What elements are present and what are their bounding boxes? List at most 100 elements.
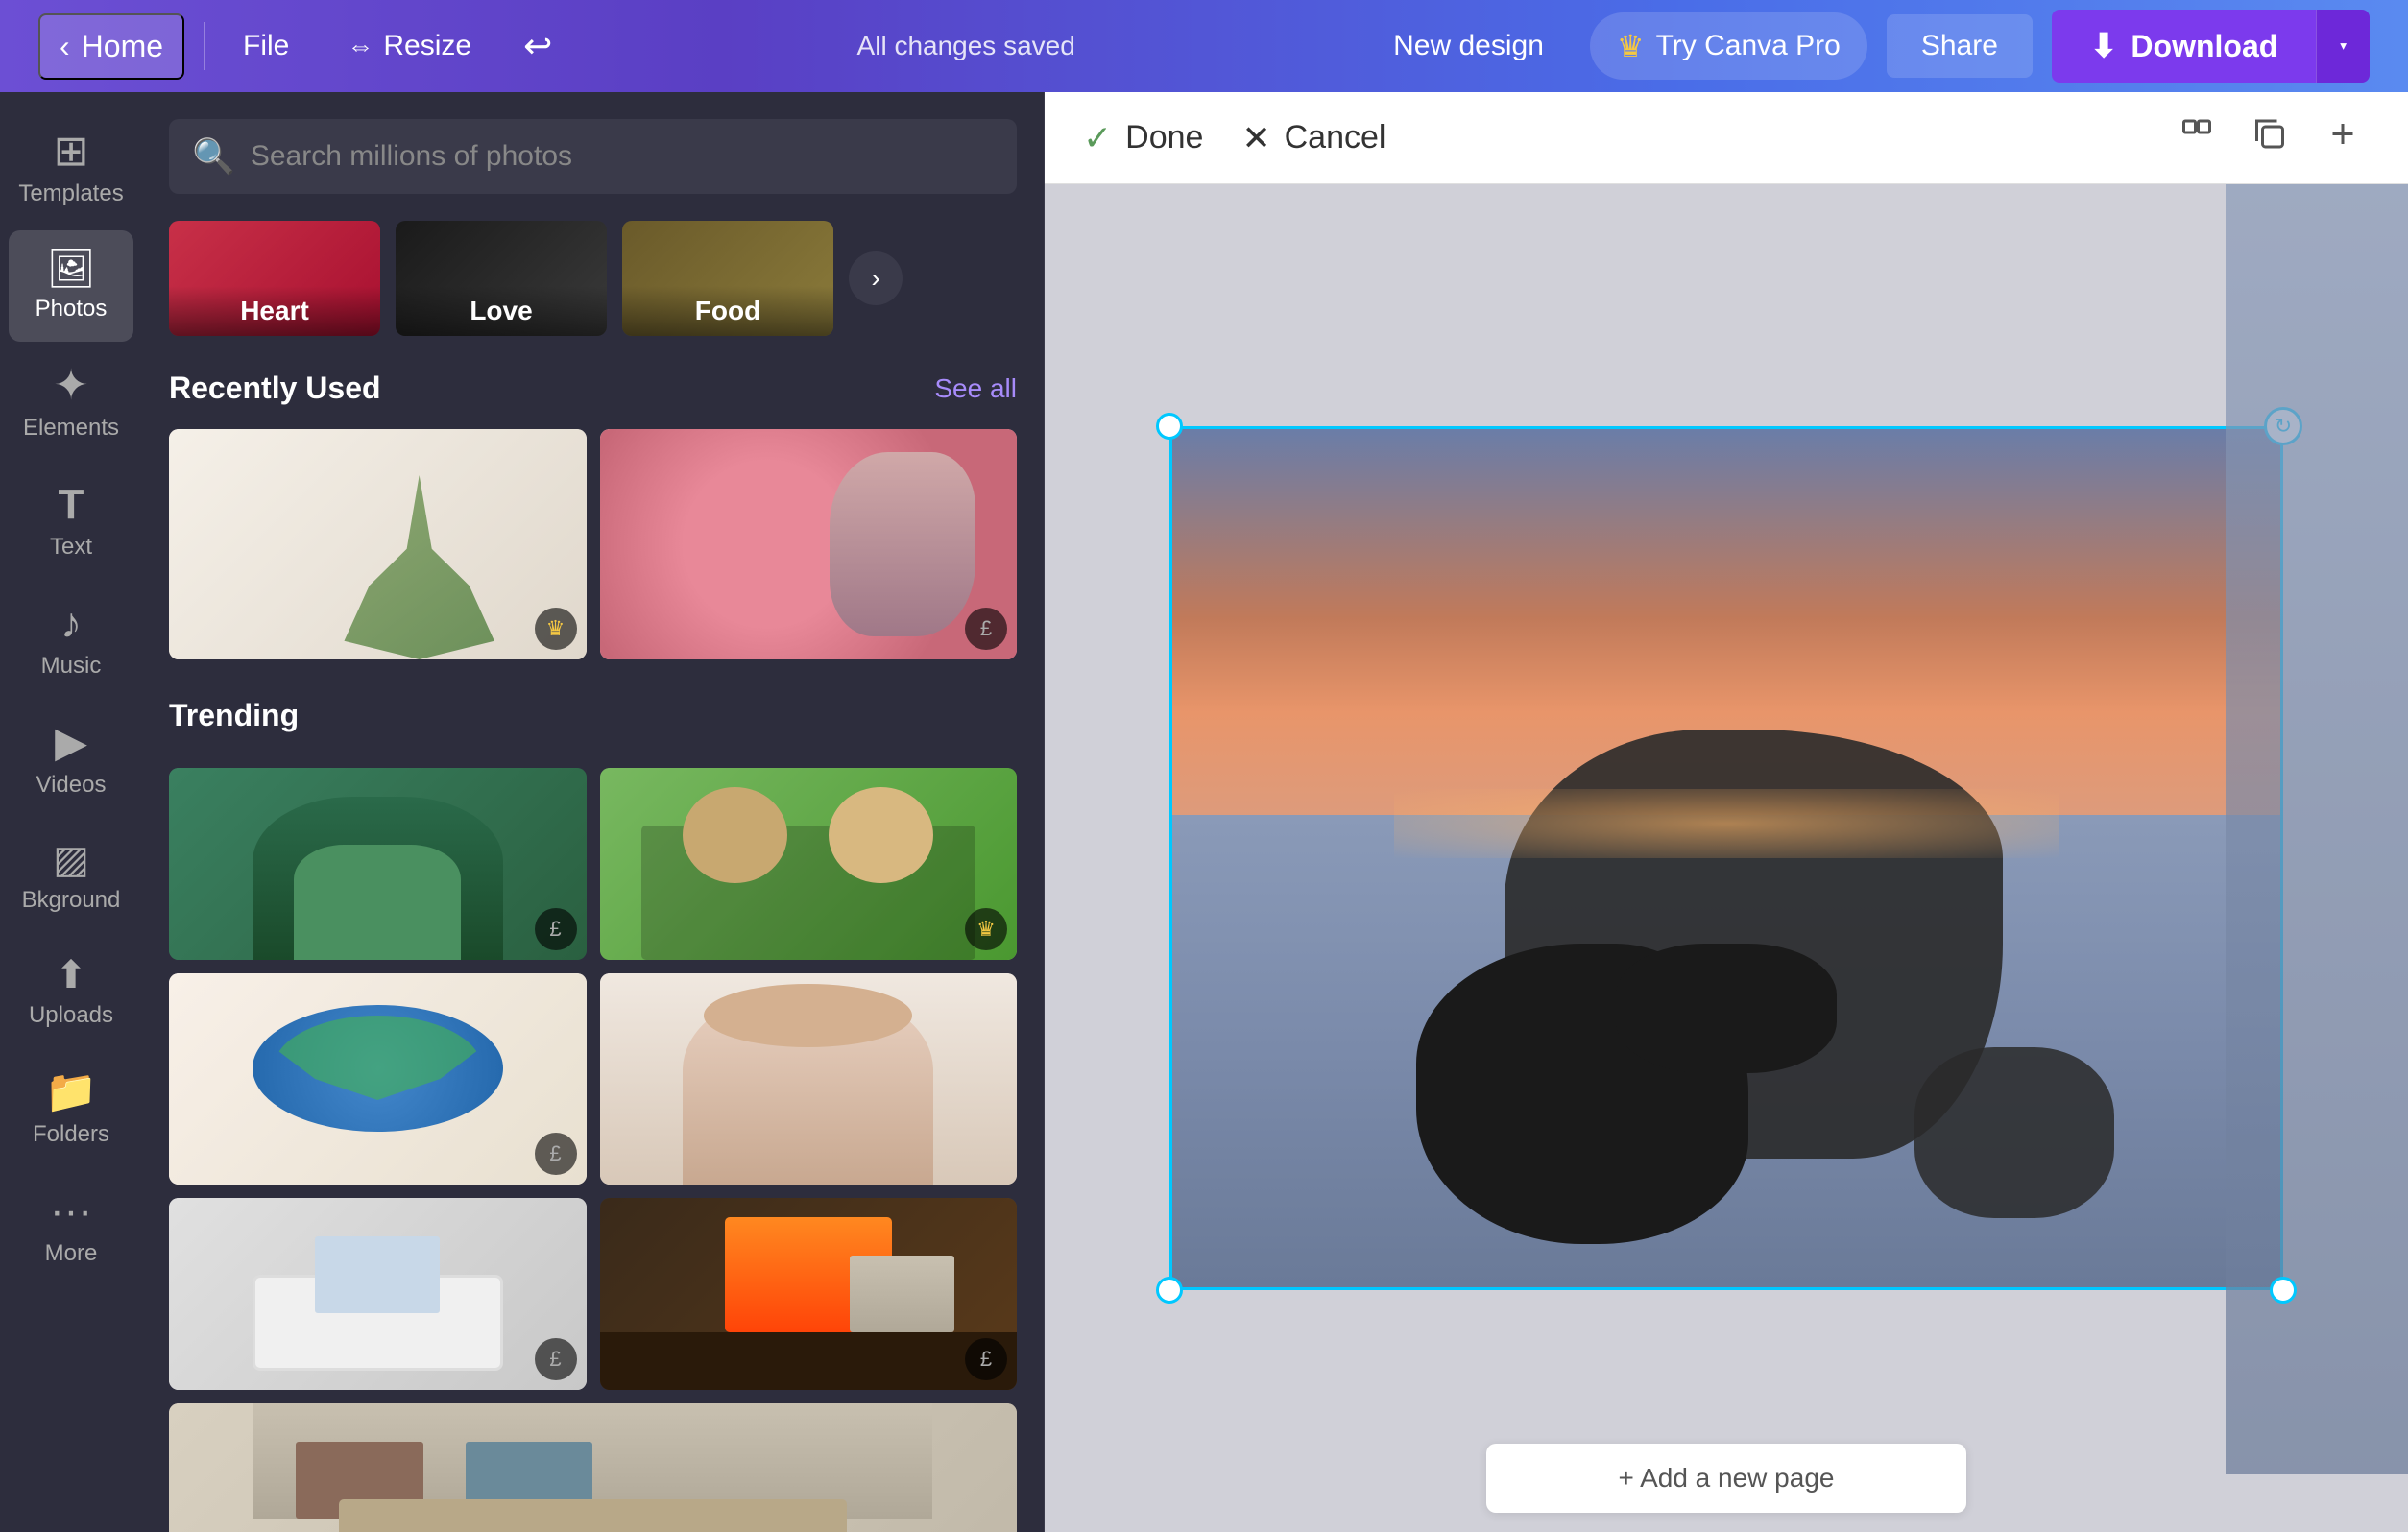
sidebar-item-more[interactable]: ··· More — [9, 1171, 133, 1286]
search-input[interactable] — [251, 140, 994, 173]
sidebar-item-photos[interactable]: 🖼 Photos — [9, 230, 133, 342]
category-chip-food[interactable]: Food — [622, 221, 833, 336]
canvas-add-button[interactable] — [2316, 107, 2370, 169]
photos-label: Photos — [36, 296, 108, 323]
canvas-overflow-right — [2226, 184, 2408, 1474]
sidebar-item-elements[interactable]: ✦ Elements — [9, 346, 133, 461]
search-bar: 🔍 — [169, 119, 1017, 194]
resize-label: Resize — [383, 30, 471, 62]
recent-photo-2[interactable]: £ — [600, 429, 1018, 659]
resize-button[interactable]: ⇔ Resize — [327, 16, 491, 76]
sidebar-item-music[interactable]: ♪ Music — [9, 584, 133, 699]
try-pro-label: Try Canva Pro — [1656, 30, 1841, 62]
done-button[interactable]: ✓ Done — [1083, 118, 1203, 158]
canvas-toolbar — [2170, 107, 2370, 169]
more-label: More — [45, 1240, 98, 1267]
sidebar-item-uploads[interactable]: ⬆ Uploads — [9, 937, 133, 1048]
music-icon: ♪ — [60, 603, 82, 645]
pro-badge-5: £ — [535, 1133, 577, 1175]
trending-grid: £ ♛ £ — [169, 768, 1017, 1532]
recently-used-title: Recently Used — [169, 371, 381, 406]
background-label: Bkground — [22, 887, 121, 914]
download-more-button[interactable]: ▾ — [2316, 10, 2370, 83]
folders-label: Folders — [33, 1121, 109, 1148]
sidebar-item-folders[interactable]: 📁 Folders — [9, 1052, 133, 1167]
love-chip-label: Love — [396, 286, 607, 336]
try-pro-button[interactable]: ♛ Try Canva Pro — [1590, 12, 1867, 80]
file-button[interactable]: File — [224, 16, 308, 76]
sidebar-item-background[interactable]: ▨ Bkground — [9, 822, 133, 933]
sidebar-item-templates[interactable]: ⊞ Templates — [9, 111, 133, 227]
recently-used-grid: ♛ £ — [169, 429, 1017, 659]
canvas-copy-style-button[interactable] — [2170, 107, 2224, 169]
videos-icon: ▶ — [55, 722, 87, 764]
add-page-button[interactable]: + Add a new page — [1486, 1444, 1966, 1513]
videos-label: Videos — [36, 772, 107, 799]
pro-badge-3: £ — [535, 908, 577, 950]
crown-icon: ♛ — [1617, 28, 1645, 64]
category-chip-heart[interactable]: Heart — [169, 221, 380, 336]
photos-panel: 🔍 Heart Love Food › Recently Used See al… — [142, 92, 1045, 1532]
chevron-down-icon: ▾ — [2340, 38, 2347, 53]
category-row: Heart Love Food › — [169, 221, 1017, 336]
resize-handle-top-left[interactable] — [1156, 413, 1183, 440]
canvas-workspace[interactable]: ↻ + Add a new page — [1045, 184, 2408, 1532]
divider — [204, 22, 205, 70]
recent-photo-1[interactable]: ♛ — [169, 429, 587, 659]
download-group: ⬇ Download ▾ — [2052, 10, 2370, 83]
saved-status: All changes saved — [594, 31, 1337, 61]
cancel-button[interactable]: ✕ Cancel — [1241, 118, 1385, 158]
trending-photo-1[interactable]: £ — [169, 768, 587, 960]
category-scroll-right[interactable]: › — [849, 251, 903, 305]
share-button[interactable]: Share — [1887, 14, 2033, 78]
recently-used-header: Recently Used See all — [169, 371, 1017, 406]
canvas-duplicate-button[interactable] — [2243, 107, 2297, 169]
file-label: File — [243, 30, 289, 62]
category-chip-love[interactable]: Love — [396, 221, 607, 336]
uploads-label: Uploads — [29, 1002, 113, 1029]
photos-icon: 🖼 — [47, 250, 96, 288]
chevron-left-icon: ‹ — [60, 29, 70, 64]
more-icon: ··· — [50, 1190, 92, 1233]
canvas-frame[interactable]: ↻ — [1169, 426, 2283, 1290]
templates-label: Templates — [18, 180, 123, 207]
cancel-label: Cancel — [1285, 119, 1386, 156]
download-button[interactable]: ⬇ Download — [2052, 10, 2316, 83]
x-icon: ✕ — [1241, 118, 1270, 158]
download-label: Download — [2131, 29, 2277, 64]
pro-badge-7: £ — [965, 1338, 1007, 1380]
sidebar-item-text[interactable]: T Text — [9, 465, 133, 580]
trending-photo-6[interactable]: £ — [600, 1198, 1018, 1390]
food-chip-label: Food — [622, 286, 833, 336]
text-label: Text — [50, 534, 92, 561]
resize-handle-bottom-right[interactable] — [2270, 1277, 2297, 1304]
music-label: Music — [41, 653, 102, 680]
background-icon: ▨ — [53, 841, 89, 879]
see-all-button[interactable]: See all — [934, 373, 1017, 404]
resize-handle-bottom-left[interactable] — [1156, 1277, 1183, 1304]
topbar: ‹ Home File ⇔ Resize ↩ All changes saved… — [0, 0, 2408, 92]
trending-photo-4[interactable] — [600, 973, 1018, 1185]
download-icon: ⬇ — [2090, 27, 2118, 65]
heart-chip-label: Heart — [169, 286, 380, 336]
trending-photo-7[interactable] — [169, 1403, 1017, 1532]
undo-button[interactable]: ↩ — [510, 12, 566, 80]
canvas-image — [1169, 426, 2283, 1290]
done-cancel-bar: ✓ Done ✕ Cancel — [1045, 92, 2408, 184]
main-layout: ⊞ Templates 🖼 Photos ✦ Elements T Text ♪… — [0, 92, 2408, 1532]
pro-badge-2: £ — [965, 608, 1007, 650]
trending-photo-2[interactable]: ♛ — [600, 768, 1018, 960]
pro-badge-1: ♛ — [535, 608, 577, 650]
trending-photo-3[interactable]: £ — [169, 973, 587, 1185]
done-label: Done — [1125, 119, 1203, 156]
new-design-button[interactable]: New design — [1366, 14, 1571, 78]
resize-icon: ⇔ — [347, 31, 373, 61]
trending-title: Trending — [169, 698, 299, 733]
home-button[interactable]: ‹ Home — [38, 13, 184, 80]
trending-photo-5[interactable]: £ — [169, 1198, 587, 1390]
rock-right — [1914, 1047, 2114, 1219]
pro-badge-6: £ — [535, 1338, 577, 1380]
elements-icon: ✦ — [54, 365, 89, 407]
trending-header: Trending — [169, 698, 1017, 733]
sidebar-item-videos[interactable]: ▶ Videos — [9, 703, 133, 818]
